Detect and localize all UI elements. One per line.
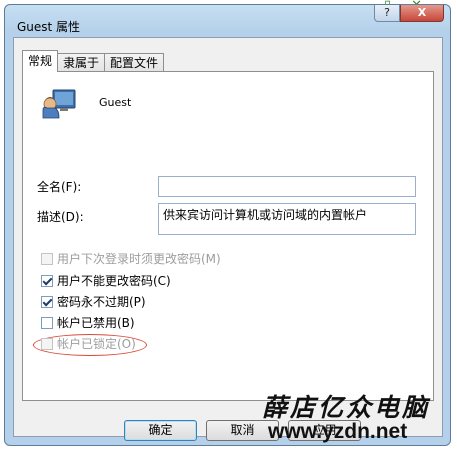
checkbox-box[interactable] xyxy=(41,316,53,329)
checkbox-box[interactable] xyxy=(41,337,53,350)
tab-member-of[interactable]: 隶属于 xyxy=(57,53,106,72)
dialog-client-area: 常规 隶属于 配置文件 Guest 全名(F): 描述(D): 供来宾访问计算机… xyxy=(13,37,443,441)
tab-profile[interactable]: 配置文件 xyxy=(104,53,165,72)
checkbox-box[interactable] xyxy=(41,252,53,265)
checkbox-box[interactable] xyxy=(41,295,53,308)
help-button[interactable]: ? xyxy=(374,5,400,22)
user-account-icon xyxy=(42,89,76,119)
description-label: 描述(D): xyxy=(37,210,84,224)
description-input[interactable]: 供来宾访问计算机或访问域的内置帐户 xyxy=(158,203,416,235)
tab-general[interactable]: 常规 xyxy=(22,50,59,72)
checkbox-label: 帐户已锁定(O) xyxy=(57,337,136,351)
checkbox-account-disabled[interactable]: 帐户已禁用(B) xyxy=(41,314,135,331)
checkbox-password-never-expires[interactable]: 密码永不过期(P) xyxy=(41,293,146,310)
fullname-label: 全名(F): xyxy=(37,180,82,194)
window-title: Guest 属性 xyxy=(17,20,81,34)
general-tab-pane: Guest 全名(F): 描述(D): 供来宾访问计算机或访问域的内置帐户 用户… xyxy=(22,71,434,401)
checkbox-label: 用户不能更改密码(C) xyxy=(57,274,171,288)
caption-buttons: ? X xyxy=(374,5,444,22)
ok-button[interactable]: 确定 xyxy=(124,420,197,441)
close-button[interactable]: X xyxy=(400,5,444,22)
checkbox-label: 帐户已禁用(B) xyxy=(57,316,135,330)
checkbox-label: 用户下次登录时须更改密码(M) xyxy=(57,252,221,266)
checkbox-box[interactable] xyxy=(41,274,53,287)
checkbox-cannot-change-password[interactable]: 用户不能更改密码(C) xyxy=(41,272,171,289)
watermark-logo-text: 薛店亿众电脑 xyxy=(262,393,431,422)
user-name: Guest xyxy=(99,96,132,109)
checkbox-must-change-password[interactable]: 用户下次登录时须更改密码(M) xyxy=(41,250,221,267)
checkbox-label: 密码永不过期(P) xyxy=(57,295,146,309)
tab-strip: 常规 隶属于 配置文件 xyxy=(22,50,165,72)
fullname-input[interactable] xyxy=(158,176,416,197)
watermark-url: www.yzdn.net xyxy=(268,420,408,443)
properties-dialog: Guest 属性 ? X 常规 隶属于 配置文件 Guest 全名(F): 描述… xyxy=(4,4,451,446)
checkbox-account-locked[interactable]: 帐户已锁定(O) xyxy=(41,335,136,352)
